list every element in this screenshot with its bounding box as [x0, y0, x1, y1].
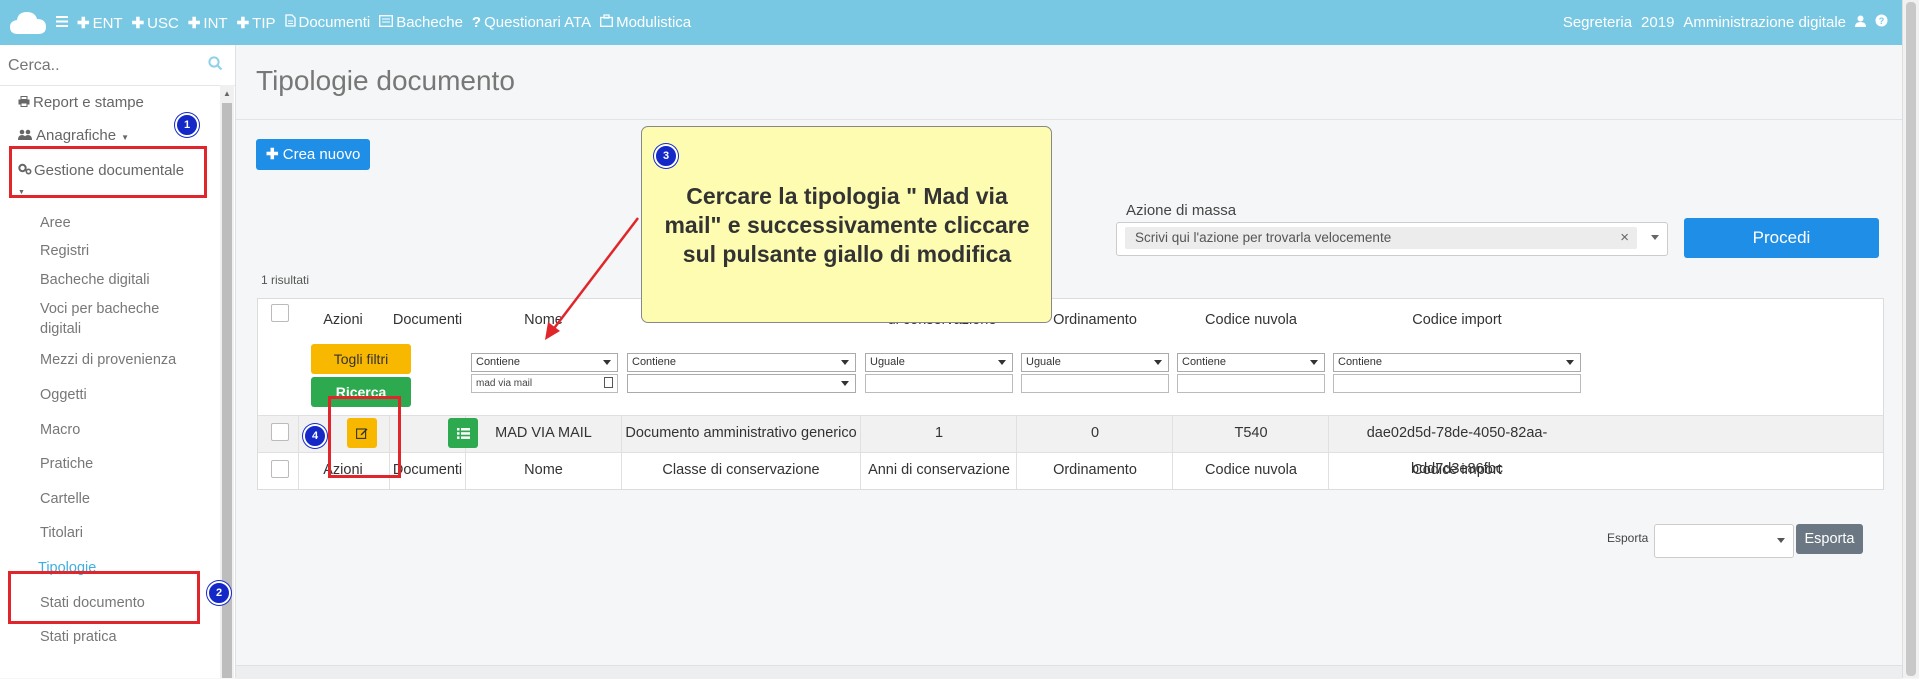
annotation-arrow-layer	[545, 217, 639, 340]
annotation-arrow	[551, 217, 639, 332]
